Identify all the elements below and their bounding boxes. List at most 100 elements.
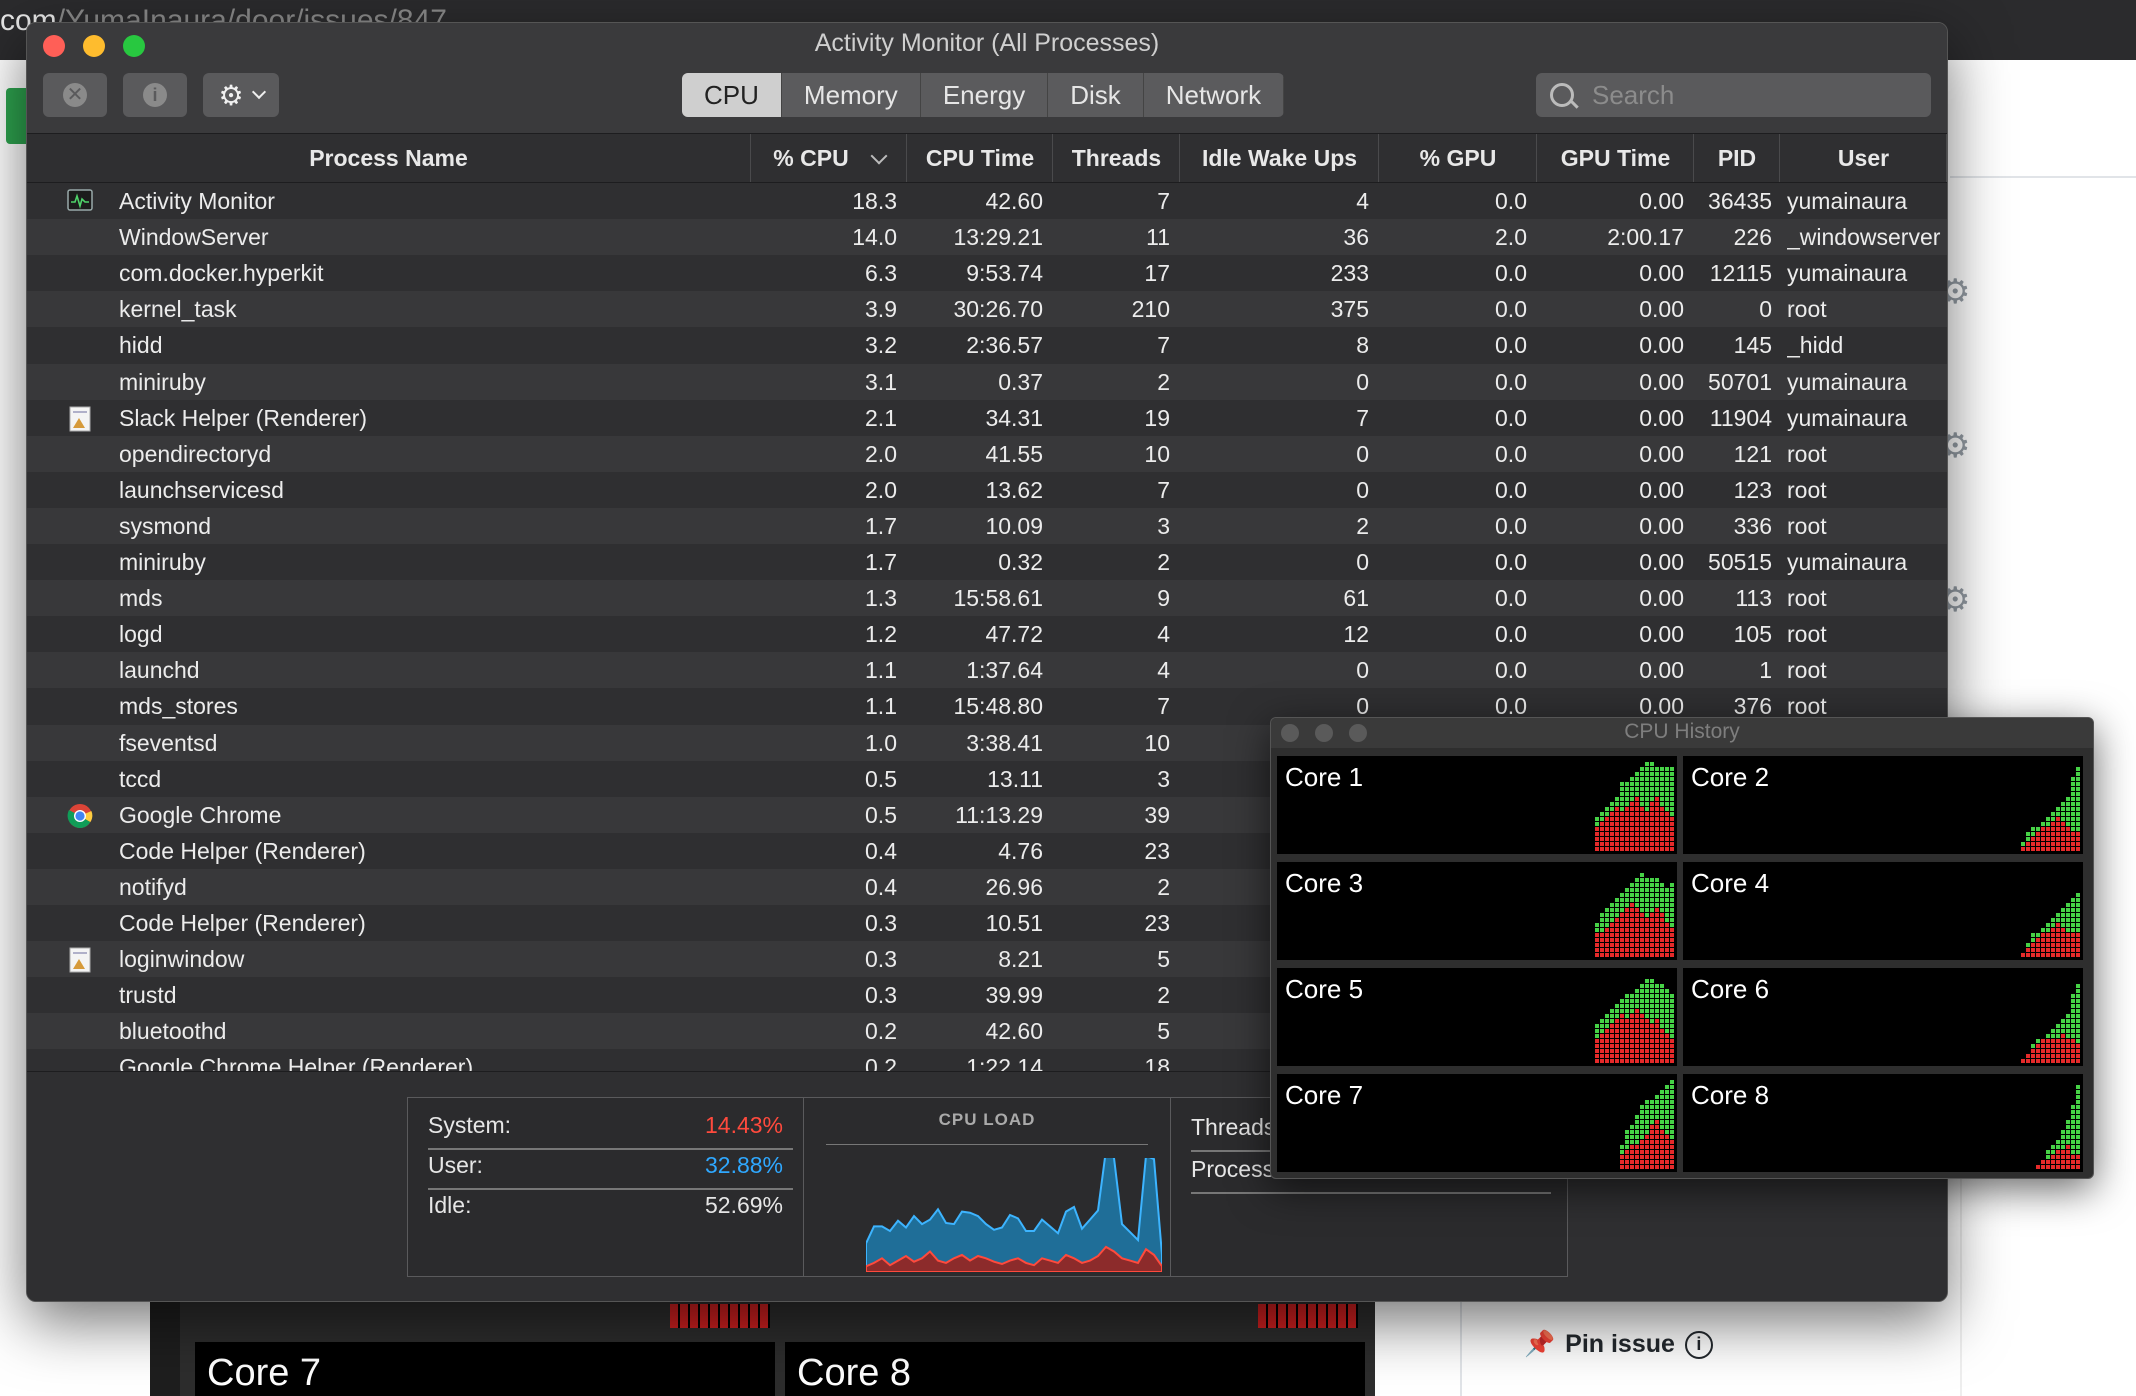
pin-issue-link[interactable]: 📌 Pin issue i — [1524, 1330, 1713, 1359]
table-row[interactable]: miniruby 1.7 0.32 2 0 0.0 0.00 50515 yumainaura — [27, 544, 1947, 580]
user-load-block — [2076, 903, 2080, 907]
system-load-block — [1665, 1054, 1669, 1058]
table-row[interactable]: hidd 3.2 2:36.57 7 8 0.0 0.00 145 _hidd — [27, 327, 1947, 363]
user-load-block — [1665, 1004, 1669, 1008]
tab-disk[interactable]: Disk — [1048, 73, 1144, 117]
user-load-block — [1630, 893, 1634, 897]
user-load-block — [1635, 903, 1639, 907]
user-load-block — [2071, 1130, 2075, 1134]
system-load-block — [2056, 948, 2060, 952]
system-load-block — [1595, 1059, 1599, 1063]
system-load-block — [1645, 953, 1649, 957]
table-row[interactable]: com.docker.hyperkit 6.3 9:53.74 17 233 0.0 0.0… — [27, 255, 1947, 291]
column-header-gpu-time[interactable]: GPU Time — [1538, 134, 1694, 182]
column-header-process-name[interactable]: Process Name — [27, 134, 751, 182]
system-load-block — [2061, 1054, 2065, 1058]
system-load-block — [1660, 1044, 1664, 1048]
core-graph-5: Core 5 — [1277, 968, 1677, 1066]
column-header-cpu-percent[interactable]: % CPU — [752, 134, 907, 182]
system-load-block — [1630, 832, 1634, 836]
user-load-block — [1665, 1019, 1669, 1023]
tab-energy[interactable]: Energy — [921, 73, 1049, 117]
tab-network[interactable]: Network — [1144, 73, 1285, 117]
user-load-block — [1630, 1009, 1634, 1013]
system-load-block — [2061, 933, 2065, 937]
user-load-block — [1625, 797, 1629, 801]
user-load-block — [2076, 908, 2080, 912]
system-load-block — [1620, 1034, 1624, 1038]
system-load-block — [1625, 822, 1629, 826]
stop-process-button[interactable]: ✕ — [43, 73, 107, 117]
system-load-block — [1635, 847, 1639, 851]
system-load-block — [1650, 1125, 1654, 1129]
system-load-block — [1625, 807, 1629, 811]
cell-threads: 2 — [1157, 873, 1170, 900]
system-load-block — [1660, 827, 1664, 831]
table-row[interactable]: logd 1.2 47.72 4 12 0.0 0.00 105 root — [27, 616, 1947, 652]
table-row[interactable]: Activity Monitor 18.3 42.60 7 4 0.0 0.00 36435 y… — [27, 183, 1947, 219]
user-load-block — [2076, 913, 2080, 917]
table-row[interactable]: opendirectoryd 2.0 41.55 10 0 0.0 0.00 121 root — [27, 435, 1947, 472]
column-header-cpu-time[interactable]: CPU Time — [908, 134, 1053, 182]
user-load-block — [1615, 797, 1619, 801]
user-load-block — [2076, 1034, 2080, 1038]
document-icon — [67, 406, 93, 432]
inspect-process-button[interactable]: i — [123, 73, 187, 117]
system-load-block — [1630, 1054, 1634, 1058]
system-load-block — [1615, 1049, 1619, 1053]
cell-process-name: bluetoothd — [119, 1018, 227, 1045]
table-row[interactable]: sysmond 1.7 10.09 3 2 0.0 0.00 336 root — [27, 507, 1947, 544]
user-load-block — [2066, 1125, 2070, 1129]
cell-idle-wake-ups: 61 — [1343, 585, 1369, 612]
system-load-block — [1640, 1140, 1644, 1144]
table-row[interactable]: launchd 1.1 1:37.64 4 0 0.0 0.00 1 root — [27, 652, 1947, 689]
system-load-block — [1660, 1054, 1664, 1058]
action-menu-button[interactable]: ⚙ — [203, 73, 279, 117]
system-load-block — [1665, 832, 1669, 836]
system-load-block — [1610, 837, 1614, 841]
table-row[interactable]: miniruby 3.1 0.37 2 0 0.0 0.00 50701 yumainaura — [27, 363, 1947, 400]
user-load-block — [1615, 1014, 1619, 1018]
table-row[interactable]: launchservicesd 2.0 13.62 7 0 0.0 0.00 123 root — [27, 472, 1947, 508]
system-load-block — [1655, 1135, 1659, 1139]
system-load-block — [1665, 1059, 1669, 1063]
user-load-block — [2071, 1125, 2075, 1129]
tab-memory[interactable]: Memory — [782, 73, 921, 117]
cell-process-name: WindowServer — [119, 224, 269, 251]
user-load-block — [1650, 767, 1654, 771]
system-load-block — [2046, 842, 2050, 846]
system-load-block — [1655, 1059, 1659, 1063]
user-load-block — [2061, 1130, 2065, 1134]
table-row[interactable]: kernel_task 3.9 30:26.70 210 375 0.0 0.00 0 root — [27, 291, 1947, 328]
user-load-block — [1670, 1024, 1674, 1028]
user-load-block — [2066, 1120, 2070, 1124]
table-row[interactable]: mds 1.3 15:58.61 9 61 0.0 0.00 113 root — [27, 580, 1947, 617]
cell-gpu-percent: 2.0 — [1495, 224, 1527, 251]
user-load-block — [1665, 797, 1669, 801]
table-row[interactable]: WindowServer 14.0 13:29.21 11 36 2.0 2:00.17 22… — [27, 219, 1947, 256]
user-load-block — [1645, 1004, 1649, 1008]
user-load-block — [2066, 928, 2070, 932]
user-load-block — [2051, 1150, 2055, 1154]
table-row[interactable]: Slack Helper (Renderer) 2.1 34.31 19 7 0.0 0.0… — [27, 400, 1947, 436]
system-load-block — [1635, 832, 1639, 836]
user-load-block — [2076, 1039, 2080, 1043]
system-load-block — [1615, 1024, 1619, 1028]
user-load-block — [1645, 787, 1649, 791]
user-load-block — [1670, 913, 1674, 917]
system-load-block — [2066, 837, 2070, 841]
cell-gpu-percent: 0.0 — [1495, 585, 1527, 612]
search-input[interactable] — [1590, 78, 1914, 112]
column-header-threads[interactable]: Threads — [1054, 134, 1180, 182]
search-field[interactable] — [1536, 73, 1931, 117]
system-load-block — [1670, 1160, 1674, 1164]
cell-cpu-time: 0.32 — [998, 549, 1043, 575]
column-header-pid[interactable]: PID — [1695, 134, 1780, 182]
system-load-block — [2041, 1054, 2045, 1058]
column-header-gpu-percent[interactable]: % GPU — [1380, 134, 1537, 182]
column-header-idle-wake-ups[interactable]: Idle Wake Ups — [1181, 134, 1379, 182]
user-load-block — [1640, 1115, 1644, 1119]
cell-process-name: loginwindow — [119, 946, 245, 973]
column-header-user[interactable]: User — [1781, 134, 1947, 182]
tab-cpu[interactable]: CPU — [682, 73, 782, 117]
